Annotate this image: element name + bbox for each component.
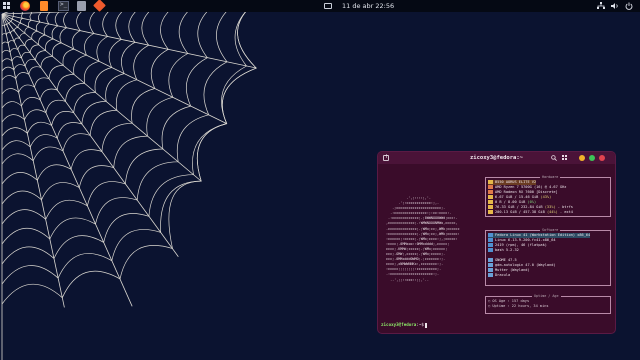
power-icon[interactable] — [625, 2, 633, 10]
uptime-box-title: Uptime / Age — [532, 294, 561, 299]
hardware-disk-icon — [488, 210, 493, 214]
clock[interactable]: 11 de abr 22:56 — [342, 0, 394, 10]
hardware-row-percent: (0%) — [527, 200, 537, 204]
hardware-row-disk: 200.13 GiB / 457.38 GiB (44%) - ext4 — [488, 210, 573, 215]
search-icon[interactable] — [551, 155, 557, 161]
hardware-disk-icon — [488, 205, 493, 209]
software-th-icon — [488, 273, 493, 277]
hardware-gpu-icon — [488, 190, 493, 194]
web-ring — [1, 12, 150, 165]
prompt-path: :~$ — [416, 322, 424, 327]
software-wm-icon — [488, 268, 493, 272]
web-strand — [1, 12, 71, 15]
firefox-icon[interactable] — [20, 1, 30, 11]
software-row-value: gdm-autologin 47.0 (Wayland) — [495, 263, 556, 267]
hardware-row-percent: (33%) — [544, 205, 558, 209]
web-ring — [1, 12, 228, 245]
hardware-swap-icon — [488, 200, 493, 204]
software-row-value: bash 5.2.32 — [495, 248, 519, 252]
workspace-indicator-icon[interactable] — [324, 3, 332, 9]
maximize-button[interactable] — [589, 155, 595, 161]
hardware-cpu-icon — [488, 185, 493, 189]
software-pkg-icon — [488, 243, 493, 247]
web-ring — [1, 12, 257, 305]
software-row-value: Mutter (Wayland) — [495, 268, 530, 272]
web-ring — [1, 12, 169, 185]
software-row-th: Dracula — [488, 273, 510, 278]
sound-icon[interactable] — [611, 2, 619, 10]
software-sh-icon — [488, 248, 493, 252]
hardware-box-title: Hardware — [540, 175, 561, 180]
software-row-value: 2419 (rpm), 46 (flatpak) — [495, 243, 547, 247]
hardware-row-fs: - btrfs — [557, 205, 573, 209]
software-os-icon — [488, 233, 493, 237]
terminal-icon[interactable]: >_ — [58, 1, 69, 11]
prompt-user: zicoxy3@fedora — [381, 322, 417, 327]
hardware-row-value: B550 AORUS ELITE V2 — [495, 180, 537, 184]
web-ring — [1, 12, 248, 265]
minimize-button[interactable] — [579, 155, 585, 161]
files-icon[interactable] — [40, 1, 48, 11]
hardware-row-percent: (44%) — [546, 210, 560, 214]
network-icon[interactable] — [597, 2, 605, 10]
hardware-row-fs: - ext4 — [559, 210, 573, 214]
menu-grid-icon[interactable] — [562, 155, 568, 161]
hardware-row-percent: (43%) — [540, 195, 552, 199]
uptime-row-1: ○ Uptime : 22 hours, 34 mins — [488, 304, 549, 308]
activities-icon[interactable] — [3, 1, 13, 11]
software-ker-icon — [488, 238, 493, 242]
git-icon[interactable] — [93, 0, 106, 12]
software-store-icon[interactable] — [77, 1, 86, 11]
terminal-headerbar: + zicoxy3@fedora:~ — [378, 152, 615, 164]
hardware-row-value: AMD Radeon RX 7600 [Discrete] — [495, 190, 558, 194]
software-lm-icon — [488, 263, 493, 267]
hardware-row-value: 0 B / 8.00 GiB — [495, 200, 528, 204]
web-ring — [1, 12, 96, 109]
software-de-icon — [488, 258, 493, 262]
spider-web-wallpaper — [1, 12, 257, 360]
close-button[interactable] — [599, 155, 605, 161]
software-row-sh: bash 5.2.32 — [488, 248, 519, 253]
text-cursor — [424, 322, 427, 328]
web-ring — [1, 12, 257, 285]
fedora-ascii-logo: .',;::::;,'. .';:cccccccccccc:;,. .;cccc… — [386, 196, 460, 282]
software-row-value: Fedora Linux 41 (Workstation Edition) x8… — [495, 233, 591, 237]
software-row-value: Dracula — [495, 273, 511, 277]
shell-prompt[interactable]: zicoxy3@fedora:~$ — [381, 322, 427, 328]
hardware-row-value: 200.13 GiB / 457.38 GiB — [495, 210, 547, 214]
web-ring — [1, 12, 208, 225]
software-row-value: GNOME 47.5 — [495, 258, 517, 262]
software-row-value: Linux 6.13.9-200.fc41.x86_64 — [495, 238, 556, 242]
hardware-pc-icon — [488, 180, 493, 184]
hardware-ram-icon — [488, 195, 493, 199]
hardware-row-value: AMD Ryzen 7 5700G (16) @ 4.67 GHz — [495, 185, 567, 189]
hardware-row-value: 76.33 GiB / 232.84 GiB — [495, 205, 545, 209]
hardware-row-value: 6.67 GiB / 15.46 GiB — [495, 195, 541, 199]
top-bar: >_ 11 de abr 22:56 — [0, 0, 640, 12]
